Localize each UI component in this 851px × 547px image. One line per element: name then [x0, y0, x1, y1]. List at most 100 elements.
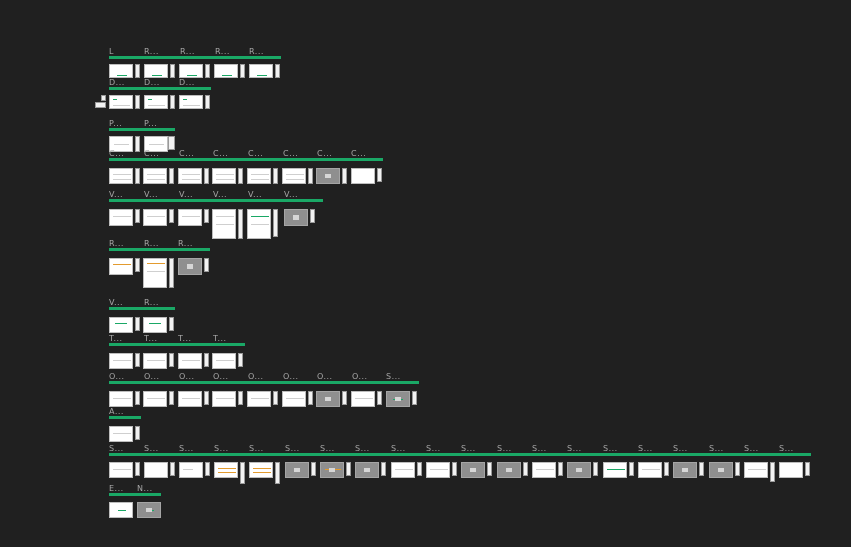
frame-thumbnail[interactable] — [109, 95, 133, 109]
frame-thumbnail[interactable] — [109, 64, 133, 78]
frame-thumbnail[interactable] — [178, 168, 202, 184]
frame-thumbnail[interactable] — [178, 353, 202, 369]
frame-title[interactable]: S... — [673, 444, 688, 453]
frame-title[interactable]: T... — [178, 334, 192, 343]
frame-title[interactable]: S... — [386, 372, 401, 381]
frame-title[interactable]: O... — [283, 372, 299, 381]
frame-title[interactable]: T... — [144, 334, 158, 343]
frame-title[interactable]: R... — [144, 47, 159, 56]
frame-title[interactable]: R... — [178, 239, 193, 248]
frame-title[interactable]: S... — [179, 444, 194, 453]
frame-title[interactable]: R... — [109, 239, 124, 248]
frame-title[interactable]: T... — [213, 334, 227, 343]
frame-title[interactable]: S... — [603, 444, 618, 453]
frame-thumbnail-modal[interactable] — [386, 391, 410, 407]
design-overview-canvas[interactable]: L R... R... R... R... D... D... D... P..… — [0, 0, 851, 547]
frame-thumbnail[interactable] — [178, 209, 202, 226]
frame-title[interactable]: S... — [391, 444, 406, 453]
frame-title[interactable]: P... — [109, 119, 122, 128]
frame-thumbnail[interactable] — [214, 462, 238, 478]
frame-thumbnail[interactable] — [144, 95, 168, 109]
frame-thumbnail[interactable] — [109, 462, 133, 478]
frame-title[interactable]: R... — [144, 239, 159, 248]
frame-thumbnail[interactable] — [179, 95, 203, 109]
frame-title[interactable]: V... — [144, 190, 158, 199]
frame-title[interactable]: V... — [109, 298, 123, 307]
frame-thumbnail[interactable] — [247, 168, 271, 184]
frame-thumbnail[interactable] — [109, 426, 133, 442]
frame-title[interactable]: C... — [179, 149, 194, 158]
frame-title[interactable]: C... — [109, 149, 124, 158]
frame-thumbnail[interactable] — [779, 462, 803, 478]
frame-thumbnail-tall[interactable] — [247, 209, 271, 239]
frame-thumbnail[interactable] — [282, 391, 306, 407]
frame-title[interactable]: S... — [638, 444, 653, 453]
frame-thumbnail-modal[interactable] — [178, 258, 202, 275]
frame-thumbnail[interactable] — [351, 168, 375, 184]
frame-title[interactable]: V... — [213, 190, 227, 199]
frame-thumbnail[interactable] — [109, 317, 133, 333]
frame-title[interactable]: S... — [461, 444, 476, 453]
frame-thumbnail[interactable] — [143, 317, 167, 333]
frame-thumbnail-modal[interactable] — [284, 209, 308, 226]
frame-title[interactable]: L — [109, 47, 114, 56]
frame-title[interactable]: S... — [285, 444, 300, 453]
frame-title[interactable]: V... — [248, 190, 262, 199]
frame-thumbnail[interactable] — [249, 462, 273, 478]
frame-title[interactable]: T... — [109, 334, 123, 343]
frame-thumbnail[interactable] — [109, 391, 133, 407]
frame-thumbnail[interactable] — [109, 258, 133, 275]
frame-title[interactable]: O... — [248, 372, 264, 381]
frame-thumbnail[interactable] — [143, 391, 167, 407]
frame-title[interactable]: V... — [109, 190, 123, 199]
frame-thumbnail[interactable] — [109, 502, 133, 518]
frame-title[interactable]: R... — [249, 47, 264, 56]
frame-thumbnail-modal[interactable] — [316, 391, 340, 407]
frame-thumbnail[interactable] — [143, 209, 167, 226]
frame-thumbnail[interactable] — [109, 353, 133, 369]
frame-title[interactable]: O... — [352, 372, 368, 381]
frame-title[interactable]: N... — [137, 484, 153, 493]
frame-thumbnail-modal[interactable] — [285, 462, 309, 478]
frame-title[interactable]: S... — [709, 444, 724, 453]
frame-title[interactable]: C... — [317, 149, 332, 158]
frame-title[interactable]: C... — [248, 149, 263, 158]
frame-thumbnail-modal[interactable] — [567, 462, 591, 478]
frame-title[interactable]: C... — [283, 149, 298, 158]
frame-title[interactable]: S... — [567, 444, 582, 453]
frame-thumbnail[interactable] — [603, 462, 627, 478]
frame-title[interactable]: O... — [144, 372, 160, 381]
frame-title[interactable]: P... — [144, 119, 157, 128]
frame-title[interactable]: S... — [109, 444, 124, 453]
frame-thumbnail[interactable] — [178, 391, 202, 407]
frame-title[interactable]: D... — [179, 78, 195, 87]
frame-title[interactable]: C... — [351, 149, 366, 158]
frame-title[interactable]: S... — [214, 444, 229, 453]
frame-title[interactable]: O... — [317, 372, 333, 381]
frame-thumbnail-modal[interactable] — [355, 462, 379, 478]
frame-thumbnail[interactable] — [179, 64, 203, 78]
frame-title[interactable]: S... — [249, 444, 264, 453]
frame-thumbnail[interactable] — [212, 168, 236, 184]
frame-title[interactable]: S... — [532, 444, 547, 453]
frame-thumbnail-modal[interactable] — [137, 502, 161, 518]
frame-title[interactable]: S... — [144, 444, 159, 453]
frame-title[interactable]: R... — [144, 298, 159, 307]
frame-thumbnail-modal[interactable] — [709, 462, 733, 478]
frame-title[interactable]: E... — [109, 484, 124, 493]
frame-title[interactable]: A... — [109, 407, 124, 416]
frame-thumbnail[interactable] — [143, 353, 167, 369]
frame-thumbnail-modal[interactable] — [461, 462, 485, 478]
frame-thumbnail[interactable] — [744, 462, 768, 478]
frame-thumbnail-modal[interactable] — [497, 462, 521, 478]
frame-title[interactable]: D... — [109, 78, 125, 87]
frame-title[interactable]: S... — [355, 444, 370, 453]
frame-thumbnail[interactable] — [179, 462, 203, 478]
frame-thumbnail[interactable] — [282, 168, 306, 184]
frame-thumbnail-modal[interactable] — [320, 462, 344, 478]
frame-thumbnail[interactable] — [532, 462, 556, 478]
frame-title[interactable]: D... — [144, 78, 160, 87]
frame-thumbnail[interactable] — [144, 64, 168, 78]
frame-title[interactable]: C... — [213, 149, 228, 158]
frame-title[interactable]: O... — [213, 372, 229, 381]
